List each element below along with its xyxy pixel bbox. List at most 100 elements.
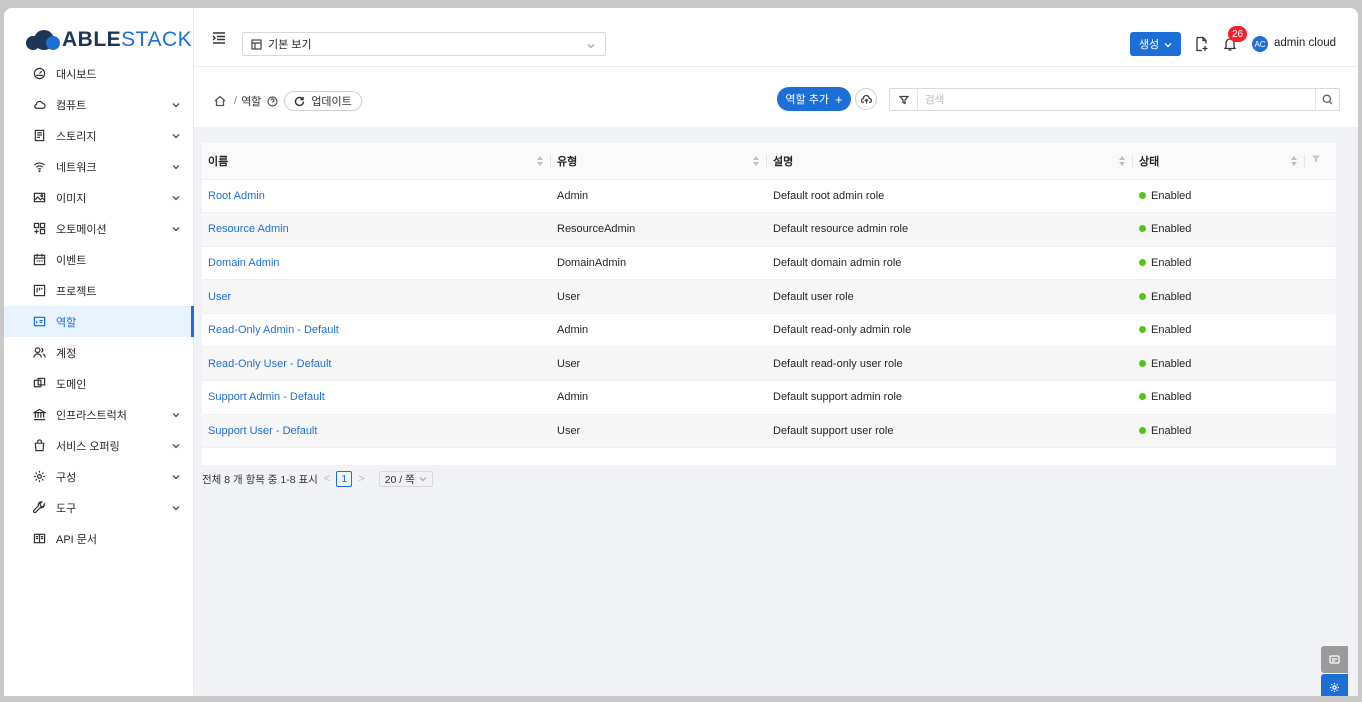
role-link[interactable]: Domain Admin	[208, 257, 280, 269]
cell-name: Support Admin - Default	[202, 381, 551, 415]
sidebar-item-2[interactable]: 스토리지	[4, 120, 194, 151]
role-link[interactable]: Support Admin - Default	[208, 391, 325, 403]
prev-page-icon[interactable]: <	[324, 473, 330, 485]
sidebar-item-13[interactable]: 구성	[4, 461, 194, 492]
sidebar-item-9[interactable]: 계정	[4, 337, 194, 368]
sidebar-item-6[interactable]: 이벤트	[4, 244, 194, 275]
cell-description: Default support admin role	[773, 391, 903, 404]
sidebar-item-14[interactable]: 도구	[4, 492, 194, 523]
search-input[interactable]	[918, 93, 1315, 106]
table-row[interactable]: Resource Admin ResourceAdmin Default resou…	[202, 212, 1336, 247]
role-link[interactable]: Support User - Default	[208, 425, 317, 437]
settings-float-button[interactable]	[1321, 674, 1348, 696]
column-header-state[interactable]: 상태	[1133, 143, 1305, 180]
sidebar-item-label: 대시보드	[56, 68, 97, 81]
shopping-icon	[32, 439, 46, 453]
sidebar-item-3[interactable]: 네트워크	[4, 151, 194, 182]
cell-name: User	[202, 280, 551, 314]
status-dot	[1139, 326, 1146, 334]
search-box	[889, 88, 1340, 111]
main-content: / 역할 업데이트 역할 추가 + 검색 이름 유형 설명 상태 Root Ad…	[194, 67, 1358, 696]
status-text: Enabled	[1151, 324, 1192, 337]
table-row[interactable]: Domain Admin DomainAdmin Default domain ad…	[202, 246, 1336, 280]
sidebar-item-10[interactable]: 도메인	[4, 368, 194, 399]
cloud-upload-button[interactable]	[855, 88, 877, 110]
column-header-name[interactable]: 이름	[202, 143, 551, 180]
role-link[interactable]: Resource Admin	[208, 223, 289, 235]
cell-description: Default root admin role	[773, 189, 885, 202]
cell-type: ResourceAdmin	[557, 223, 636, 236]
column-header-type[interactable]: 유형	[551, 143, 767, 180]
filter-icon[interactable]	[890, 89, 918, 110]
sidebar-item-label: 이미지	[56, 192, 87, 205]
notification-count-badge: 26	[1228, 26, 1248, 42]
roles-table: 이름 유형 설명 상태 Root Admin Admin Default root …	[202, 143, 1336, 448]
sidebar-item-label: 도구	[56, 502, 77, 515]
top-header: 기본 보기 생성 26 AC admin cloud	[194, 8, 1358, 67]
column-filter[interactable]	[1305, 143, 1336, 180]
menu-fold-icon[interactable]	[212, 31, 226, 45]
next-page-icon[interactable]: >	[358, 473, 364, 485]
search-icon[interactable]	[1315, 89, 1339, 110]
cell-state: Enabled	[1133, 381, 1305, 415]
status-text: Enabled	[1151, 424, 1192, 437]
chevron-down-icon	[172, 224, 180, 232]
status-dot	[1139, 292, 1146, 300]
status-dot	[1139, 359, 1146, 367]
cell-state: Enabled	[1133, 347, 1305, 381]
create-button-label: 생성	[1138, 39, 1160, 51]
sidebar-item-4[interactable]: 이미지	[4, 182, 194, 213]
update-button[interactable]: 업데이트	[284, 91, 362, 111]
docs-float-button[interactable]	[1321, 646, 1348, 673]
table-row[interactable]: Root Admin Admin Default root admin role En…	[202, 179, 1336, 213]
page-title: 역할	[241, 96, 262, 108]
table-body: Root Admin Admin Default root admin role En…	[202, 179, 1336, 448]
cell-description: Default resource admin role	[773, 223, 909, 236]
role-link[interactable]: Read-Only Admin - Default	[208, 324, 339, 336]
username[interactable]: admin cloud	[1274, 37, 1336, 49]
table-row[interactable]: User User Default user role Enabled	[202, 279, 1336, 314]
avatar[interactable]: AC	[1252, 36, 1268, 52]
status-text: Enabled	[1151, 256, 1192, 269]
sidebar-item-15[interactable]: API 문서	[4, 523, 194, 554]
picture-icon	[32, 191, 46, 205]
role-link[interactable]: Read-Only User - Default	[208, 358, 332, 370]
add-role-button[interactable]: 역할 추가 +	[777, 87, 851, 111]
plus-icon: +	[834, 91, 843, 107]
sidebar-item-label: 서비스 오퍼링	[56, 440, 120, 453]
brand-logo[interactable]: ABLESTACK	[26, 28, 192, 52]
update-button-label: 업데이트	[311, 96, 352, 108]
file-add-icon[interactable]	[1194, 36, 1210, 52]
sidebar-item-12[interactable]: 서비스 오퍼링	[4, 430, 194, 461]
chevron-down-icon	[172, 162, 180, 170]
role-link[interactable]: User	[208, 291, 231, 303]
sort-icon	[1119, 156, 1125, 166]
page-number-1[interactable]: 1	[336, 471, 353, 487]
home-icon[interactable]	[214, 95, 226, 107]
create-button[interactable]: 생성	[1130, 32, 1181, 56]
sidebar-item-label: 도메인	[56, 378, 87, 391]
sidebar-item-11[interactable]: 인프라스트럭처	[4, 399, 194, 430]
cell-state: Enabled	[1133, 280, 1305, 314]
cell-state: Enabled	[1133, 179, 1305, 213]
column-header-description[interactable]: 설명	[767, 143, 1133, 180]
pagination: 전체 8 개 항목 중 1-8 표시 < 1 > 20 / 쪽	[202, 471, 433, 487]
cell-type: DomainAdmin	[557, 256, 627, 269]
cell-name: Root Admin	[202, 179, 551, 213]
view-select[interactable]: 기본 보기	[242, 32, 606, 56]
table-row[interactable]: Read-Only User - Default User Default read…	[202, 346, 1336, 381]
table-row[interactable]: Support Admin - Default Admin Default supp…	[202, 381, 1336, 415]
question-circle-icon[interactable]	[267, 95, 278, 107]
sidebar-item-7[interactable]: 프로젝트	[4, 275, 194, 306]
sidebar-item-1[interactable]: 컴퓨트	[4, 89, 194, 120]
role-link[interactable]: Root Admin	[208, 190, 265, 202]
status-dot	[1139, 393, 1146, 401]
sidebar-item-8[interactable]: 역할	[4, 306, 194, 337]
table-row[interactable]: Support User - Default User Default suppor…	[202, 414, 1336, 448]
table-row[interactable]: Read-Only Admin - Default Admin Default re…	[202, 313, 1336, 347]
status-text: Enabled	[1151, 391, 1192, 404]
cell-description: Default domain admin role	[773, 256, 902, 269]
page-size-select[interactable]: 20 / 쪽	[378, 471, 433, 487]
sidebar-item-5[interactable]: 오토메이션	[4, 213, 194, 244]
sidebar-item-0[interactable]: 대시보드	[4, 58, 194, 89]
